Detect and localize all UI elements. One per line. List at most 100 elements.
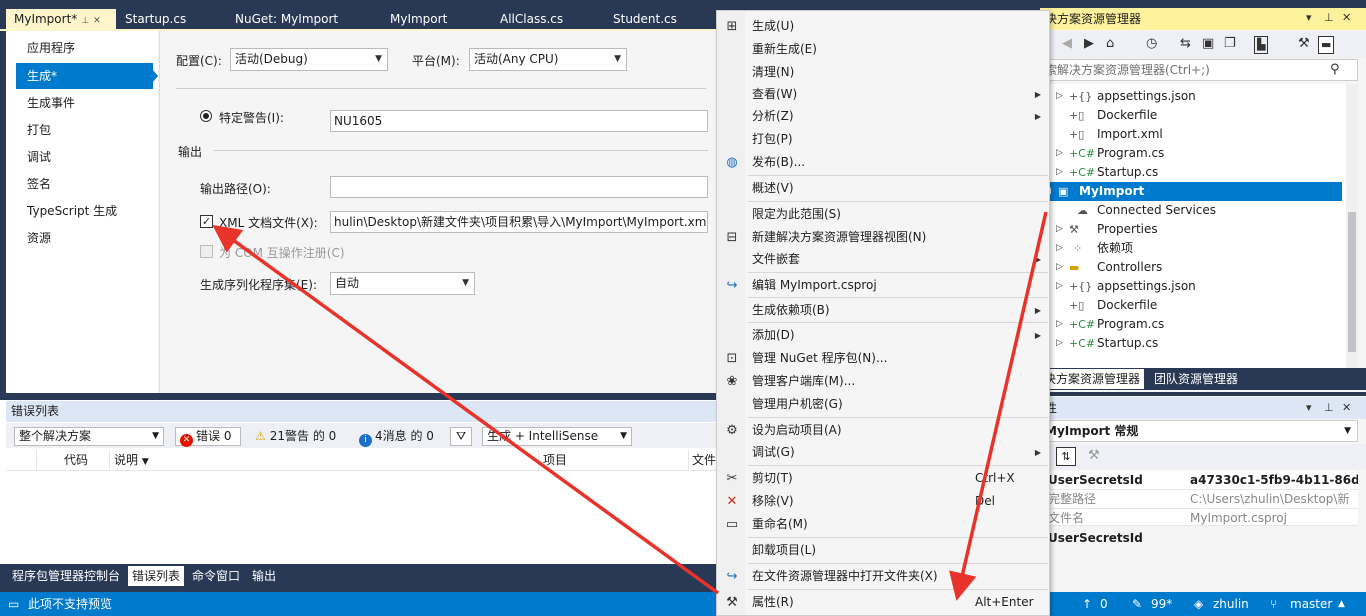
menu-item-rebuild[interactable]: 重新生成(E)	[717, 38, 1049, 61]
warnings-filter-button[interactable]: ⚠ 21警告 的 0	[250, 427, 346, 446]
menu-item-cut[interactable]: ✂ 剪切(T) Ctrl+X	[717, 467, 1049, 490]
menu-item-unload[interactable]: 卸载项目(L)	[717, 539, 1049, 562]
expand-icon[interactable]: ▷	[1056, 220, 1063, 239]
column-file[interactable]: 文件	[692, 452, 716, 469]
menu-item-file-nesting[interactable]: 文件嵌套 ▶	[717, 248, 1049, 271]
serialization-select[interactable]: 自动 ▼	[330, 272, 475, 295]
tree-node[interactable]: +▯ Import.xml	[1040, 125, 1342, 144]
specific-warnings-radio[interactable]	[200, 110, 212, 122]
menu-item-remove[interactable]: ✕ 移除(V) Del	[717, 490, 1049, 513]
chevron-up-icon[interactable]: ▲	[1338, 597, 1345, 611]
menu-item-manage-nuget[interactable]: ⊡ 管理 NuGet 程序包(N)...	[717, 347, 1049, 370]
back-icon[interactable]: ◀	[1062, 36, 1072, 52]
platform-select[interactable]: 活动(Any CPU) ▼	[469, 48, 627, 71]
home-icon[interactable]: ⌂	[1106, 36, 1114, 52]
property-row[interactable]: 文件名 MyImport.csproj	[1040, 509, 1358, 526]
nav-build-events[interactable]: 生成事件	[16, 90, 153, 116]
status-user[interactable]: zhulin	[1213, 597, 1249, 611]
menu-item-scope[interactable]: 限定为此范围(S)	[717, 203, 1049, 226]
xml-doc-checkbox[interactable]: ✓	[200, 215, 213, 228]
tree-node[interactable]: +▯ Dockerfile	[1040, 296, 1342, 315]
errors-filter-button[interactable]: ✕ 错误 0	[175, 427, 241, 447]
properties-object-select[interactable]: MyImport 常规 ▼	[1040, 420, 1358, 442]
tree-node[interactable]: +▯ Dockerfile	[1040, 106, 1342, 125]
close-icon[interactable]: ✕	[93, 16, 101, 26]
tree-node[interactable]: ▷ +C# Startup.cs	[1040, 163, 1342, 182]
status-unpushed[interactable]: 0	[1100, 597, 1108, 611]
copy-icon[interactable]: ❐	[1224, 36, 1236, 52]
menu-item-rename[interactable]: ▭ 重命名(M)	[717, 513, 1049, 536]
tab-command-window[interactable]: 命令窗口	[188, 566, 244, 586]
pin-icon[interactable]: ⊥	[1324, 11, 1334, 24]
tree-node[interactable]: ▷ +C# Program.cs	[1040, 144, 1342, 163]
expand-icon[interactable]: ▷	[1056, 277, 1063, 296]
repo-icon[interactable]: ◈	[1194, 597, 1203, 611]
menu-item-build-dependencies[interactable]: 生成依赖项(B) ▶	[717, 299, 1049, 322]
tree-node-selected[interactable]: ◢▣MyImport	[1040, 182, 1342, 201]
menu-item-client-libs[interactable]: ❀ 管理客户端库(M)...	[717, 370, 1049, 393]
nav-application[interactable]: 应用程序	[16, 35, 153, 61]
tab-package-manager-console[interactable]: 程序包管理器控制台	[8, 566, 124, 586]
close-icon[interactable]: ✕	[1342, 11, 1351, 24]
pencil-icon[interactable]: ✎	[1132, 597, 1142, 611]
wrench-icon[interactable]: ⚒	[1298, 36, 1310, 52]
tree-node[interactable]: ▷ ▬ Controllers	[1040, 258, 1342, 277]
menu-item-view[interactable]: 查看(W) ▶	[717, 83, 1049, 106]
dropdown-icon[interactable]: ▾	[1306, 401, 1312, 414]
menu-item-user-secrets[interactable]: 管理用户机密(G)	[717, 393, 1049, 416]
menu-item-pack[interactable]: 打包(P)	[717, 128, 1049, 151]
nav-debug[interactable]: 调试	[16, 144, 153, 170]
property-row[interactable]: 完整路径 C:\Users\zhulin\Desktop\新	[1040, 490, 1358, 509]
tab-student[interactable]: Student.cs	[605, 9, 715, 31]
tab-startup[interactable]: Startup.cs	[117, 9, 225, 31]
tab-team-explorer[interactable]: 团队资源管理器	[1150, 369, 1242, 389]
show-all-icon[interactable]: ▙	[1254, 36, 1269, 54]
menu-item-clean[interactable]: 清理(N)	[717, 61, 1049, 84]
expand-icon[interactable]: ▷	[1056, 334, 1063, 353]
tree-node[interactable]: ▷ ⚒ Properties	[1040, 220, 1342, 239]
expand-icon[interactable]: ▷	[1056, 87, 1063, 106]
menu-item-new-view[interactable]: ⊟ 新建解决方案资源管理器视图(N)	[717, 226, 1049, 249]
nav-resources[interactable]: 资源	[16, 225, 153, 251]
expand-icon[interactable]: ▷	[1056, 315, 1063, 334]
nav-package[interactable]: 打包	[16, 117, 153, 143]
arrow-up-icon[interactable]: ↑	[1082, 597, 1092, 611]
tree-node[interactable]: ☁ Connected Services	[1040, 201, 1342, 220]
branch-icon[interactable]: ⑂	[1270, 597, 1277, 611]
xml-doc-input[interactable]: hulin\Desktop\新建文件夹\项目积累\导入\MyImport\MyI…	[330, 211, 708, 233]
sync-icon[interactable]: ⇆	[1180, 36, 1191, 52]
tree-node[interactable]: ▷ +{} appsettings.json	[1040, 87, 1342, 106]
property-row[interactable]: UserSecretsId a47330c1-5fb9-4b11-86d3	[1040, 471, 1358, 490]
menu-item-properties[interactable]: ⚒ 属性(R) Alt+Enter	[717, 591, 1049, 614]
filter-button[interactable]: ⛛	[450, 427, 472, 446]
expand-icon[interactable]: ▷	[1056, 144, 1063, 163]
dropdown-icon[interactable]: ▾	[1306, 11, 1312, 24]
pin-icon[interactable]: ⊥	[81, 16, 89, 26]
tab-allclass[interactable]: AllClass.cs	[492, 9, 602, 31]
tree-node[interactable]: ▷ +{} appsettings.json	[1040, 277, 1342, 296]
column-description[interactable]: 说明 ▼	[114, 452, 149, 469]
tab-myimport-designer[interactable]: MyImport* ⊥ ✕	[6, 9, 116, 31]
history-icon[interactable]: ◷	[1146, 36, 1157, 52]
scope-select[interactable]: 整个解决方案 ▼	[14, 427, 164, 446]
solution-search-input[interactable]: 索解决方案资源管理器(Ctrl+;)	[1040, 59, 1358, 81]
expand-icon[interactable]: ▷	[1056, 258, 1063, 277]
forward-icon[interactable]: ▶	[1084, 36, 1094, 52]
menu-item-add[interactable]: 添加(D) ▶	[717, 324, 1049, 347]
tab-output[interactable]: 输出	[248, 566, 280, 586]
sort-alpha-icon[interactable]: ⇅	[1056, 447, 1076, 466]
messages-filter-button[interactable]: i 4消息 的 0	[354, 427, 444, 447]
collapse-icon[interactable]: ▣	[1202, 36, 1214, 52]
menu-item-debug[interactable]: 调试(G) ▶	[717, 441, 1049, 464]
column-project[interactable]: 项目	[543, 452, 567, 469]
tree-node[interactable]: ▷ +C# Program.cs	[1040, 315, 1342, 334]
menu-item-open-folder[interactable]: ↪ 在文件资源管理器中打开文件夹(X)	[717, 565, 1049, 588]
output-path-input[interactable]	[330, 176, 708, 198]
tab-nuget[interactable]: NuGet: MyImport	[227, 9, 377, 31]
nav-signing[interactable]: 签名	[16, 171, 153, 197]
menu-item-overview[interactable]: 概述(V)	[717, 177, 1049, 200]
menu-item-publish[interactable]: ◍ 发布(B)...	[717, 151, 1049, 174]
preview-icon[interactable]: ▬	[1318, 36, 1335, 54]
nav-build[interactable]: 生成*	[16, 63, 153, 89]
tree-node[interactable]: ▷ ⁘ 依赖项	[1040, 239, 1342, 258]
